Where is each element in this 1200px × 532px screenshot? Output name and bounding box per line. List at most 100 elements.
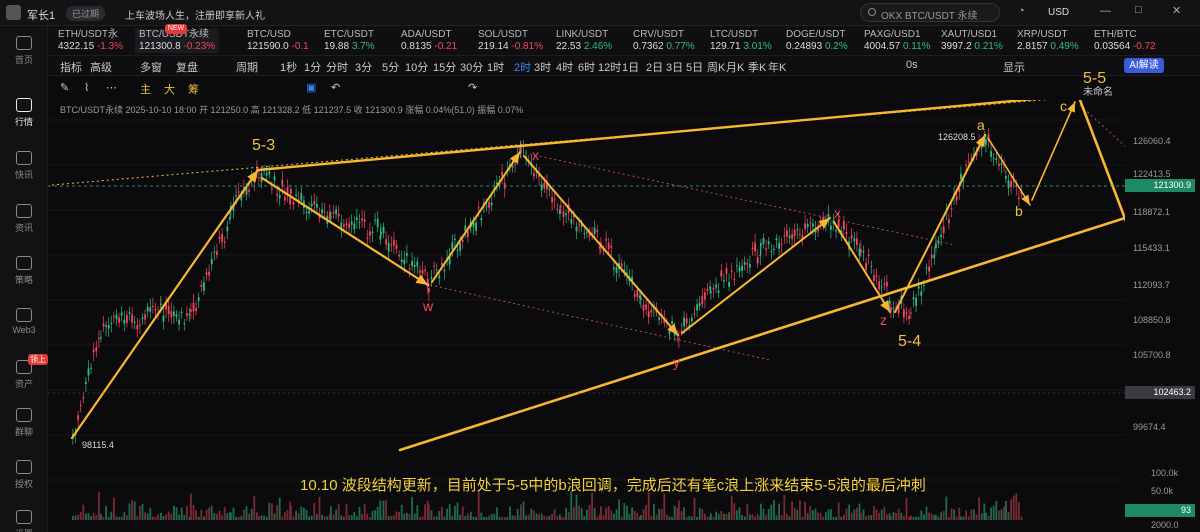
volume-bar xyxy=(910,515,912,520)
volume-bar xyxy=(369,516,371,520)
ticker-sol-usdt[interactable]: SOL/USDT 219.14 -0.81% xyxy=(478,29,543,53)
toolbar-item-2[interactable]: 多窗 xyxy=(140,59,162,75)
price-chart[interactable] xyxy=(48,100,1125,532)
toolbar-item-24[interactable]: 月K xyxy=(726,59,744,75)
toolbar-item-15[interactable]: 3时 xyxy=(534,59,551,75)
candle-body xyxy=(937,240,940,244)
candle-body xyxy=(942,226,945,234)
username[interactable]: 军长1 xyxy=(27,7,55,23)
ruler-icon[interactable]: ⌇ xyxy=(84,81,89,94)
sidebar-item-market[interactable]: 行情 xyxy=(0,98,48,128)
sidebar-item-assets[interactable]: 领上 资产 xyxy=(0,354,48,390)
candle-body xyxy=(754,242,756,252)
toolbar-item-9[interactable]: 5分 xyxy=(382,59,399,75)
candle-body xyxy=(850,235,853,239)
candle-body xyxy=(218,236,221,240)
toolbar-item-4[interactable]: 周期 xyxy=(236,59,258,75)
volume-bar xyxy=(376,506,379,520)
timer-label[interactable]: 0s xyxy=(906,59,918,71)
close-icon[interactable]: ✕ xyxy=(1172,4,1181,17)
toolbar-item-6[interactable]: 1分 xyxy=(304,59,321,75)
sidebar-item-strategy[interactable]: 策略 xyxy=(0,256,48,286)
ticker-xaut-usd1[interactable]: XAUT/USD1 3997.2 0.21% xyxy=(941,29,1003,53)
toolbar-item-21[interactable]: 3日 xyxy=(666,59,683,75)
toolbar-item-16[interactable]: 4时 xyxy=(556,59,573,75)
toolbar-item-22[interactable]: 5日 xyxy=(686,59,703,75)
volume-bar xyxy=(862,509,865,520)
bell-icon[interactable]: ◔ xyxy=(1018,5,1025,17)
candle-body xyxy=(102,323,105,327)
display-toggle[interactable]: 显示 xyxy=(1003,59,1025,75)
tool-chips[interactable]: 筹 xyxy=(188,81,199,97)
toolbar-item-18[interactable]: 12时 xyxy=(598,59,621,75)
sidebar-item-web3[interactable]: Web3 xyxy=(0,308,48,335)
toolbar-item-23[interactable]: 周K xyxy=(707,59,725,75)
toolbar-item-14[interactable]: 2时 xyxy=(514,59,531,75)
volume-bar xyxy=(506,516,509,520)
currency-select[interactable]: USD xyxy=(1048,7,1069,18)
volume-bar xyxy=(895,512,897,520)
redo-icon[interactable]: ↷ xyxy=(468,81,477,94)
app-window: 军长1 已过期 上车波场人生，注册即享新人礼 OKX BTC/USDT 永续 ◔… xyxy=(0,0,1200,532)
toolbar-item-26[interactable]: 年K xyxy=(768,59,786,75)
toolbar-item-19[interactable]: 1日 xyxy=(622,59,639,75)
toolbar-item-5[interactable]: 1秒 xyxy=(280,59,297,75)
toolbar-item-25[interactable]: 季K xyxy=(748,59,766,75)
volume-bar xyxy=(915,516,917,520)
volume-bar xyxy=(1015,493,1018,520)
toolbar-item-8[interactable]: 3分 xyxy=(355,59,372,75)
ticker-xrp-usdt[interactable]: XRP/USDT 2.8157 0.49% xyxy=(1017,29,1079,53)
sidebar-item-settings[interactable]: 设置 xyxy=(0,510,48,532)
toolbar-item-3[interactable]: 复盘 xyxy=(176,59,198,75)
volume-bar xyxy=(773,500,775,520)
candle-body xyxy=(990,151,992,157)
volume-bar xyxy=(950,508,953,520)
toolbar-item-17[interactable]: 6时 xyxy=(578,59,595,75)
volume-bar xyxy=(144,512,146,520)
candle-body xyxy=(701,295,704,305)
toolbar-item-10[interactable]: 10分 xyxy=(405,59,428,75)
toolbar-item-0[interactable]: 指标 xyxy=(60,59,82,75)
ticker-paxg-usd1[interactable]: PAXG/USD1 4004.57 0.11% xyxy=(864,29,931,53)
ticker-eth-btc[interactable]: ETH/BTC 0.03564 -0.72 xyxy=(1094,29,1156,53)
minimize-icon[interactable]: — xyxy=(1100,5,1111,17)
ticker-ltc-usdt[interactable]: LTC/USDT 129.71 3.01% xyxy=(710,29,772,53)
tool-big[interactable]: 大 xyxy=(164,81,175,97)
sidebar-item-info[interactable]: 资讯 xyxy=(0,204,48,234)
volume-bar xyxy=(600,506,602,520)
ticker-btc-usd[interactable]: BTC/USD 121590.0 -0.1 xyxy=(247,29,309,53)
ticker-ada-usdt[interactable]: ADA/USDT 0.8135 -0.21 xyxy=(401,29,457,53)
toolbar-item-11[interactable]: 15分 xyxy=(433,59,456,75)
toolbar-item-7[interactable]: 分时 xyxy=(326,59,348,75)
volume-bar xyxy=(226,513,229,520)
layout-icon[interactable]: ▣ xyxy=(306,81,316,94)
tool-main[interactable]: 主 xyxy=(140,81,151,97)
ticker-eth-usdt-[interactable]: ETH/USDT永 4322.15 -1.3% xyxy=(58,29,123,53)
toolbar-item-12[interactable]: 30分 xyxy=(460,59,483,75)
toolbar-item-20[interactable]: 2日 xyxy=(646,59,663,75)
ticker-name: ADA/USDT xyxy=(401,29,452,40)
search-input[interactable]: OKX BTC/USDT 永续 xyxy=(860,3,1000,22)
volume-bar xyxy=(92,513,95,520)
undo-icon[interactable]: ↶ xyxy=(331,81,340,94)
ticker-crv-usdt[interactable]: CRV/USDT 0.7362 0.77% xyxy=(633,29,695,53)
ticker-link-usdt[interactable]: LINK/USDT 22.53 2.46% xyxy=(556,29,612,53)
ticker-etc-usdt[interactable]: ETC/USDT 19.88 3.7% xyxy=(324,29,375,53)
ticker-doge-usdt[interactable]: DOGE/USDT 0.24893 0.2% xyxy=(786,29,848,53)
ai-interpret-button[interactable]: AI解读 xyxy=(1124,58,1164,73)
more-icon[interactable]: ⋯ xyxy=(106,81,117,94)
toolbar-item-1[interactable]: 高级 xyxy=(90,59,112,75)
price-axis[interactable]: 126060.4 122413.5 118872.1 115433.1 112093.7… xyxy=(1125,100,1200,532)
sidebar-item-auth[interactable]: 授权 xyxy=(0,460,48,490)
pencil-icon[interactable]: ✎ xyxy=(60,81,69,94)
volume-bar xyxy=(736,510,738,520)
sidebar-item-news[interactable]: 快讯 xyxy=(0,151,48,181)
sidebar-item-chat[interactable]: 群聊 xyxy=(0,408,48,438)
sidebar-item-home[interactable]: 首页 xyxy=(0,36,48,66)
avatar[interactable] xyxy=(6,5,21,20)
toolbar-item-13[interactable]: 1时 xyxy=(487,59,504,75)
marquee-text[interactable]: 上车波场人生，注册即享新人礼 xyxy=(125,7,265,22)
maximize-icon[interactable]: □ xyxy=(1135,4,1142,16)
candle-body xyxy=(950,208,953,210)
candle-body xyxy=(113,315,115,317)
